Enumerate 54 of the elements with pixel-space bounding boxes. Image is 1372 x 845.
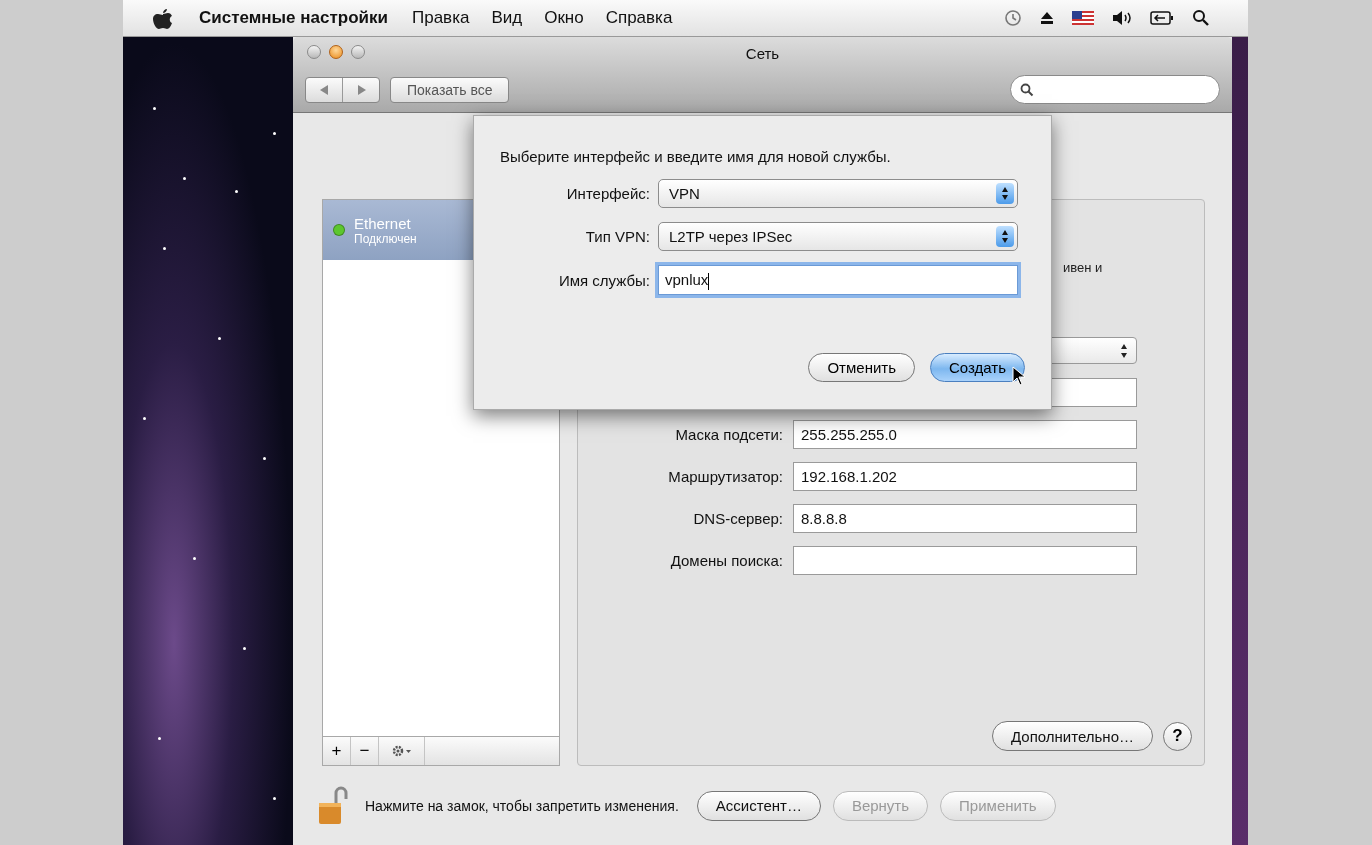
input-field[interactable]: 255.255.255.0 bbox=[793, 420, 1137, 449]
lock-message: Нажмите на замок, чтобы запретить изменения. bbox=[365, 797, 679, 814]
add-service-button[interactable]: + bbox=[323, 737, 351, 765]
input-field[interactable] bbox=[793, 546, 1137, 575]
field-label: Маска подсети: bbox=[674, 426, 784, 443]
service-name: Ethernet bbox=[354, 214, 412, 232]
back-arrow-icon[interactable] bbox=[319, 84, 329, 95]
advanced-button[interactable]: Дополнительно… bbox=[992, 721, 1153, 751]
popup-menu[interactable]: L2TP через IPSec bbox=[658, 222, 1018, 251]
menu-item[interactable]: Окно bbox=[544, 8, 584, 28]
search-icon bbox=[1020, 82, 1034, 97]
clock-icon[interactable] bbox=[1004, 9, 1022, 27]
status-text: ивен и bbox=[1063, 260, 1103, 275]
forward-arrow-icon[interactable] bbox=[356, 84, 366, 95]
field-label: Интерфейс: bbox=[565, 185, 651, 202]
app-menu[interactable]: Системные настройки bbox=[199, 8, 388, 28]
minimize-button[interactable] bbox=[329, 45, 343, 59]
sheet-prompt: Выберите интерфейс и введите имя для новой службы. bbox=[500, 148, 892, 165]
menu-item[interactable]: Справка bbox=[605, 8, 673, 28]
cancel-button[interactable]: Отменить bbox=[808, 353, 915, 382]
service-name-field[interactable]: vpnlux bbox=[658, 265, 1018, 295]
menu-item[interactable]: Правка bbox=[411, 8, 470, 28]
volume-icon[interactable] bbox=[1112, 10, 1132, 26]
field-label: Маршрутизатор: bbox=[667, 468, 784, 485]
search-field[interactable] bbox=[1010, 75, 1220, 104]
eject-icon[interactable] bbox=[1040, 11, 1054, 25]
apple-logo-icon[interactable] bbox=[153, 7, 173, 29]
unlocked-padlock-icon[interactable] bbox=[318, 785, 350, 826]
pointer-cursor-icon bbox=[1012, 366, 1026, 386]
popup-menu[interactable]: VPN bbox=[658, 179, 1018, 208]
search-icon[interactable] bbox=[1192, 9, 1210, 27]
flag-icon[interactable] bbox=[1072, 11, 1094, 25]
stepper-arrows-icon bbox=[1120, 343, 1128, 359]
gear-icon bbox=[390, 744, 413, 758]
remove-service-button[interactable]: − bbox=[351, 737, 379, 765]
back-forward-control[interactable] bbox=[305, 76, 380, 103]
window-title: Сеть bbox=[745, 45, 780, 62]
close-button[interactable] bbox=[307, 45, 321, 59]
help-button[interactable]: ? bbox=[1163, 721, 1192, 751]
zoom-button[interactable] bbox=[351, 45, 365, 59]
input-field[interactable]: 192.168.1.202 bbox=[793, 462, 1137, 491]
field-label: Имя службы: bbox=[557, 271, 651, 289]
stepper-arrows-icon bbox=[1001, 186, 1009, 201]
battery-icon[interactable] bbox=[1150, 11, 1174, 25]
field-label: DNS-сервер: bbox=[692, 510, 784, 527]
service-status: Подключен bbox=[354, 231, 417, 246]
stepper-arrows-icon bbox=[1001, 229, 1009, 244]
menu-item[interactable]: Вид bbox=[491, 8, 523, 28]
show-all-button[interactable]: Показать все bbox=[390, 76, 510, 103]
create-button[interactable]: Создать bbox=[930, 353, 1025, 382]
footer-button[interactable]: Ассистент… bbox=[696, 790, 821, 821]
field-label: Тип VPN: bbox=[584, 228, 651, 245]
input-field[interactable]: 8.8.8.8 bbox=[793, 504, 1137, 533]
field-label: Домены поиска: bbox=[669, 552, 784, 569]
